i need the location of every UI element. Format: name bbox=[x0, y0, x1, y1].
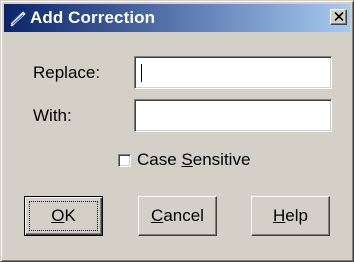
cancel-button[interactable]: Cancel bbox=[138, 196, 217, 236]
help-button-label: Help bbox=[273, 206, 308, 225]
text-caret bbox=[141, 64, 142, 82]
window-title: Add Correction bbox=[30, 8, 156, 27]
with-label: With: bbox=[33, 106, 72, 125]
add-correction-dialog: Add Correction Replace: With: Case Sensi… bbox=[0, 0, 354, 262]
close-icon bbox=[333, 8, 344, 26]
case-sensitive-checkbox[interactable] bbox=[118, 153, 131, 167]
pencil-feather-icon bbox=[8, 9, 26, 27]
with-input[interactable] bbox=[134, 99, 332, 132]
replace-label: Replace: bbox=[33, 63, 101, 82]
help-button[interactable]: Help bbox=[251, 196, 330, 236]
cancel-button-label: Cancel bbox=[151, 206, 204, 225]
ok-button[interactable]: OK bbox=[24, 196, 103, 236]
case-sensitive-label[interactable]: Case Sensitive bbox=[137, 150, 250, 170]
title-bar[interactable]: Add Correction bbox=[4, 4, 350, 32]
close-button[interactable] bbox=[330, 9, 347, 25]
ok-button-label: OK bbox=[51, 206, 76, 225]
replace-input[interactable] bbox=[134, 56, 332, 89]
case-sensitive-option[interactable]: Case Sensitive bbox=[118, 150, 250, 170]
